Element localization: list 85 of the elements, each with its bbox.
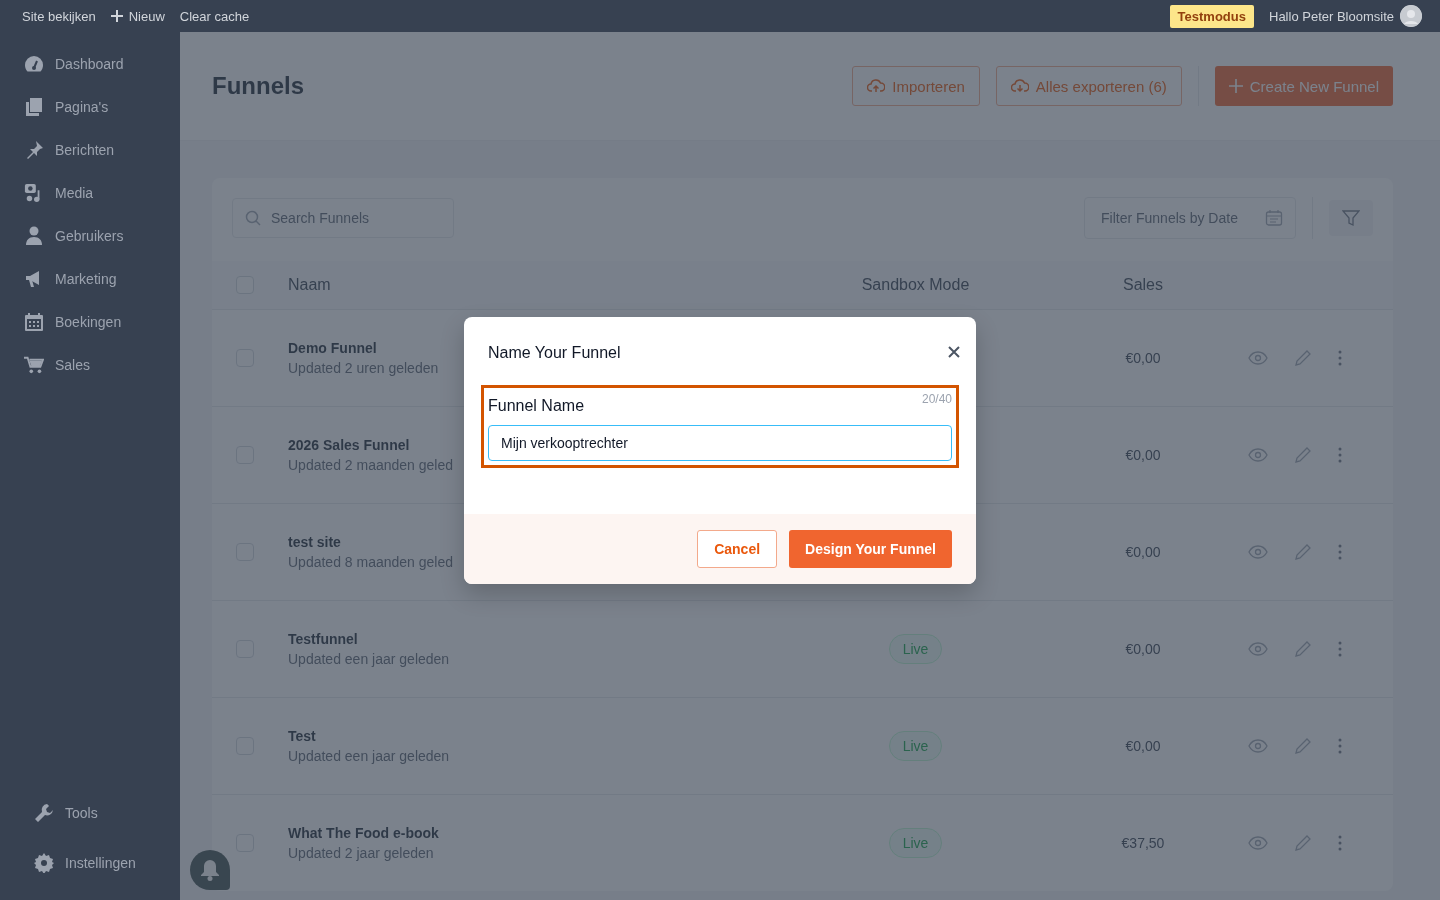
pencil-icon[interactable] [1294, 543, 1312, 561]
updated-text: Updated 2 uren geleden [288, 360, 439, 376]
sidebar-item[interactable]: Sales [0, 343, 180, 386]
column-header: Naam [288, 276, 332, 294]
field-label: Funnel Name [488, 397, 585, 415]
mode-badge: Testmodus [1169, 4, 1254, 28]
new-link[interactable]: Nieuw [110, 8, 165, 24]
cloud-download-icon [1010, 78, 1029, 94]
updated-text: Updated 8 maanden geled [288, 554, 454, 570]
sidebar-item[interactable]: Dashboard [0, 42, 180, 85]
filter-icon [1342, 209, 1360, 227]
updated-text: Updated 2 maanden geled [288, 457, 454, 473]
pencil-icon[interactable] [1294, 737, 1312, 755]
date-filter-field[interactable]: Filter Funnels by Date [1084, 197, 1296, 239]
sidebar-item[interactable]: Instellingen [0, 838, 180, 888]
more-icon[interactable] [1338, 447, 1342, 463]
design-funnel-button[interactable]: Design Your Funnel [789, 530, 952, 568]
sidebar-item[interactable]: Tools [0, 788, 180, 838]
cart-icon [24, 354, 44, 375]
column-header: Sales [1122, 276, 1164, 294]
sales-cell-text: €37,50 [1120, 835, 1166, 851]
eye-icon[interactable] [1248, 836, 1268, 850]
sales-cell-text: €0,00 [1124, 544, 1162, 560]
funnel-name[interactable]: test site [288, 534, 341, 550]
sales-cell-text: €0,00 [1124, 447, 1162, 463]
status-badge: Live [888, 828, 943, 858]
funnel-name-input[interactable]: Mijn verkooptrechter [488, 425, 952, 461]
sales-cell-text: €0,00 [1124, 641, 1162, 657]
sidebar-item[interactable]: Pagina's [0, 85, 180, 128]
funnel-name[interactable]: What The Food e-book [288, 825, 439, 841]
sales-cell-text: €0,00 [1124, 350, 1162, 366]
sidebar-item[interactable]: Berichten [0, 128, 180, 171]
sales-cell-text: €0,00 [1124, 738, 1162, 754]
topbar-link[interactable]: Site bekijken [22, 8, 96, 24]
modal-title: Name Your Funnel [488, 344, 621, 362]
column-header: Sandbox Mode [860, 276, 971, 294]
eye-icon[interactable] [1248, 642, 1268, 656]
topbar-link[interactable]: Clear cache [179, 8, 250, 24]
pages-icon [25, 96, 43, 117]
sidebar-item[interactable]: Marketing [0, 257, 180, 300]
status-badge: Live [888, 731, 943, 761]
person-icon [25, 225, 43, 246]
updated-text: Updated een jaar geleden [288, 748, 450, 764]
character-counter: 20/40 [921, 392, 952, 406]
plus-icon [110, 10, 123, 22]
cloud-upload-icon [867, 78, 886, 94]
more-icon[interactable] [1338, 835, 1342, 851]
plus-icon [1228, 79, 1243, 93]
gauge-icon [24, 54, 44, 73]
funnel-name[interactable]: Test [288, 728, 316, 744]
eye-icon[interactable] [1248, 545, 1268, 559]
close-icon[interactable] [948, 346, 960, 358]
updated-text: Updated 2 jaar geleden [288, 845, 434, 861]
updated-text: Updated een jaar geleden [288, 651, 450, 667]
funnel-name[interactable]: Demo Funnel [288, 340, 377, 356]
sidebar-item[interactable]: Media [0, 171, 180, 214]
eye-icon[interactable] [1248, 448, 1268, 462]
cancel-button[interactable]: Cancel [697, 530, 778, 568]
status-badge: Live [888, 634, 943, 664]
sidebar-item[interactable]: Gebruikers [0, 214, 180, 257]
page-title: Funnels [212, 72, 305, 100]
calendar-icon [1265, 209, 1283, 227]
pencil-icon[interactable] [1294, 349, 1312, 367]
more-icon[interactable] [1338, 544, 1342, 560]
pencil-icon[interactable] [1294, 446, 1312, 464]
bell-icon [200, 859, 220, 881]
funnel-name[interactable]: 2026 Sales Funnel [288, 437, 410, 453]
search-field[interactable]: Search Funnels [232, 198, 454, 238]
more-icon[interactable] [1338, 350, 1342, 366]
avatar-icon[interactable] [1400, 5, 1422, 27]
eye-icon[interactable] [1248, 351, 1268, 365]
sidebar-item[interactable]: Boekingen [0, 300, 180, 343]
notification-button[interactable] [190, 850, 230, 890]
filter-button[interactable] [1329, 200, 1373, 236]
greeting-text[interactable]: Hallo Peter Bloomsite [1269, 8, 1394, 24]
gear-icon [34, 853, 54, 873]
more-icon[interactable] [1338, 641, 1342, 657]
funnel-name[interactable]: Testfunnel [288, 631, 358, 647]
more-icon[interactable] [1338, 738, 1342, 754]
pencil-icon[interactable] [1294, 640, 1312, 658]
search-icon [245, 210, 261, 226]
calendar-icon [24, 311, 44, 332]
pencil-icon[interactable] [1294, 834, 1312, 852]
eye-icon[interactable] [1248, 739, 1268, 753]
wrench-icon [34, 803, 54, 823]
